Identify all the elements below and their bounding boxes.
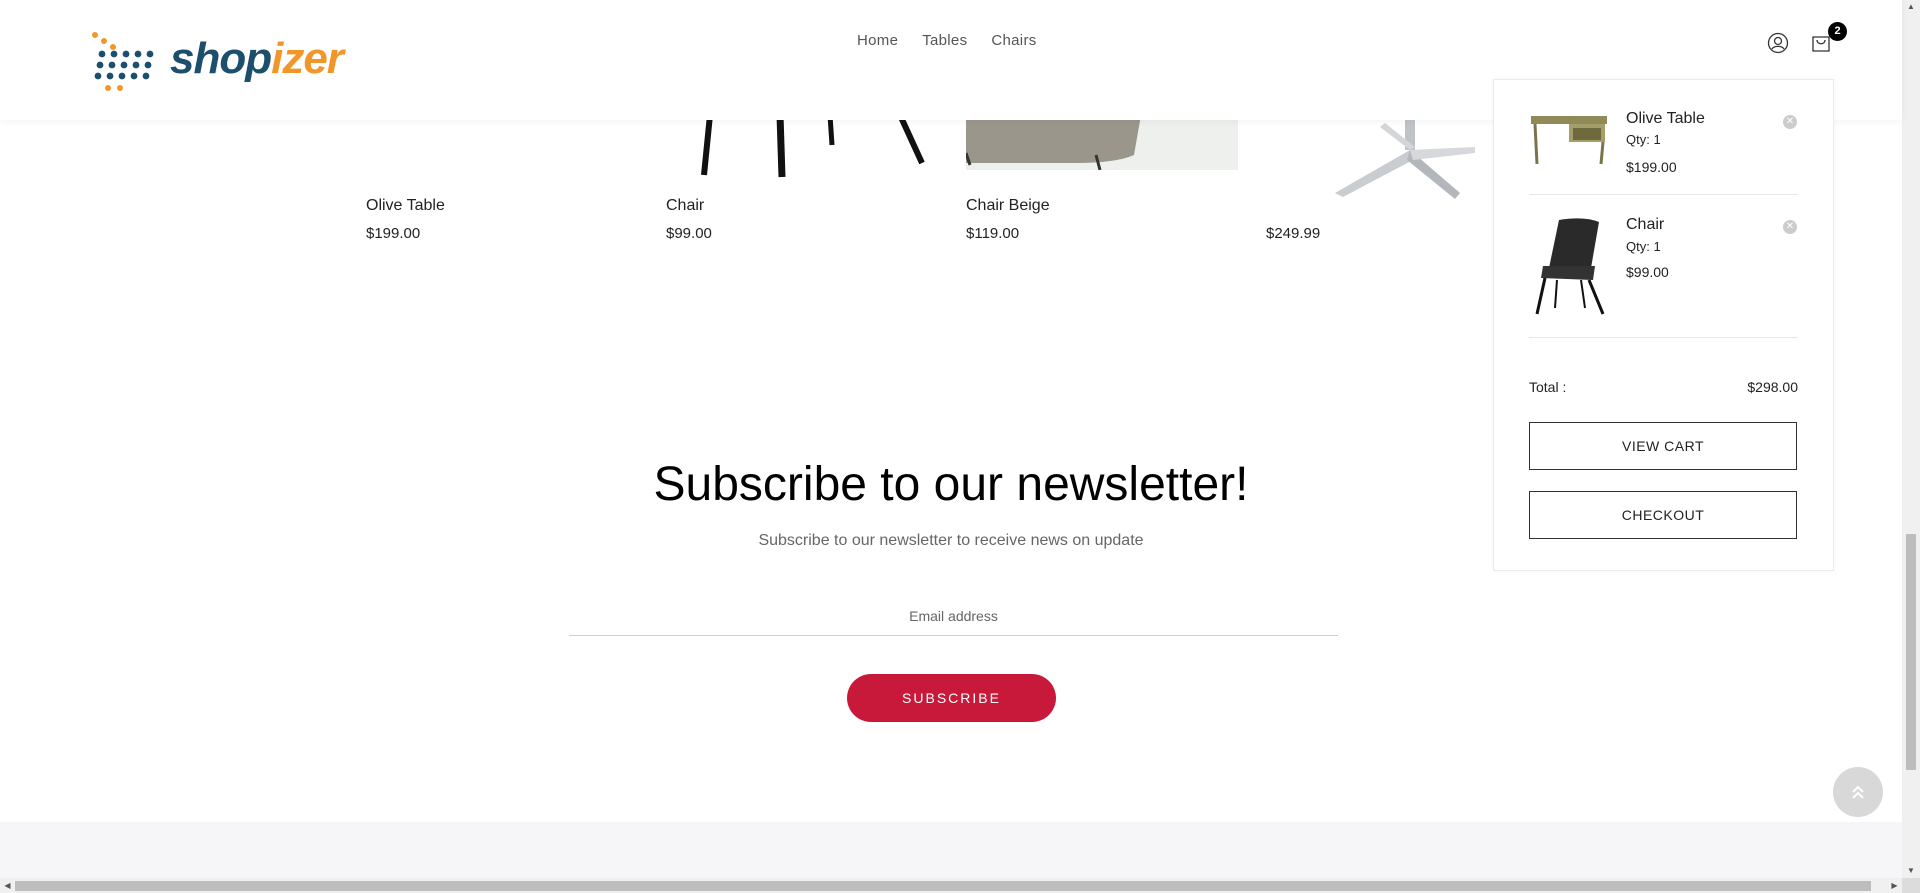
table-base-image[interactable] — [1325, 115, 1493, 235]
nav-tables[interactable]: Tables — [922, 32, 967, 49]
user-icon[interactable] — [1767, 32, 1789, 54]
scroll-down-arrow-icon[interactable]: ▼ — [1902, 864, 1920, 878]
cart-count-badge: 2 — [1828, 22, 1847, 41]
product-price: $199.00 — [366, 225, 421, 242]
horizontal-scroll-thumb[interactable] — [15, 881, 1871, 891]
remove-item-icon[interactable]: ✕ — [1783, 115, 1797, 129]
cart-item-name[interactable]: Olive Table — [1626, 110, 1705, 128]
cart-total-value: $298.00 — [1747, 379, 1798, 395]
subscribe-button[interactable]: SUBSCRIBE — [847, 674, 1056, 722]
scroll-right-arrow-icon[interactable]: ▶ — [1887, 878, 1902, 893]
double-chevron-up-icon — [1852, 785, 1864, 799]
scroll-up-arrow-icon[interactable]: ▲ — [1902, 0, 1920, 14]
scrollbar-corner — [1902, 878, 1920, 893]
cart-item-qty: Qty: 1 — [1626, 239, 1661, 254]
nav-chairs[interactable]: Chairs — [991, 32, 1036, 49]
product-name[interactable]: Chair Beige — [966, 197, 1050, 215]
cart-dropdown: Olive Table Qty: 1 $199.00 ✕ Chair Qty: … — [1493, 79, 1834, 571]
scroll-to-top-button[interactable] — [1833, 767, 1883, 817]
chair-image[interactable] — [700, 115, 930, 180]
email-input[interactable] — [569, 596, 1338, 636]
cart-item: Olive Table Qty: 1 $199.00 ✕ — [1529, 80, 1798, 195]
cart-item: Chair Qty: 1 $99.00 ✕ — [1529, 194, 1798, 338]
chair-beige-image[interactable] — [966, 115, 1238, 170]
cart-total-label: Total : — [1529, 379, 1567, 395]
remove-item-icon[interactable]: ✕ — [1783, 220, 1797, 234]
cart-item-image[interactable] — [1529, 216, 1611, 318]
vertical-scroll-thumb[interactable] — [1906, 534, 1916, 770]
main-nav: Home Tables Chairs — [0, 32, 1902, 52]
checkout-button[interactable]: CHECKOUT — [1529, 491, 1797, 539]
product-name[interactable]: Olive Table — [366, 197, 445, 215]
cart-item-price: $99.00 — [1626, 264, 1669, 280]
scroll-left-arrow-icon[interactable]: ◀ — [0, 878, 15, 893]
product-price: $249.99 — [1266, 225, 1321, 242]
cart-item-price: $199.00 — [1626, 159, 1677, 175]
footer-band — [0, 822, 1902, 878]
product-price: $119.00 — [966, 225, 1020, 242]
product-price: $99.00 — [666, 225, 712, 242]
cart-item-image[interactable] — [1529, 110, 1609, 166]
cart-item-qty: Qty: 1 — [1626, 132, 1661, 147]
cart-item-name[interactable]: Chair — [1626, 216, 1664, 234]
product-name[interactable]: Chair — [666, 197, 704, 215]
view-cart-button[interactable]: VIEW CART — [1529, 422, 1797, 470]
nav-home[interactable]: Home — [857, 32, 898, 49]
